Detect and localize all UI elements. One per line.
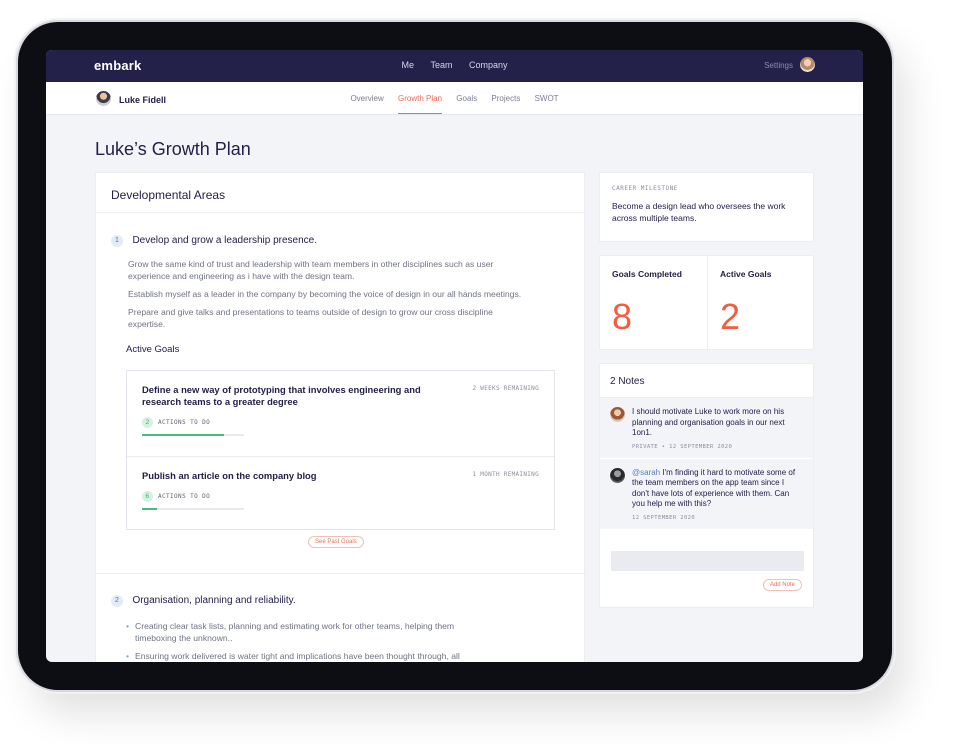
stat-value: 8 [612, 296, 633, 337]
area-number-badge: 2 [111, 594, 123, 607]
tab-swot[interactable]: SWOT [535, 94, 559, 113]
area-bullets: Creating clear task lists, planning and … [126, 620, 495, 662]
nav-me[interactable]: Me [401, 60, 414, 70]
top-navbar: embark Me Team Company Settings [46, 50, 863, 82]
goal-item[interactable]: Publish an article on the company blog 1… [127, 457, 554, 529]
note-item: @sarah I'm finding it hard to motivate s… [600, 458, 813, 530]
actions-label: ACTIONS TO DO [158, 493, 211, 500]
developmental-areas-card: Developmental Areas 1 Develop and grow a… [95, 172, 586, 662]
goal-remaining: 2 WEEKS REMAINING [472, 385, 539, 392]
note-text: @sarah I'm finding it hard to motivate s… [632, 468, 803, 510]
note-item: I should motivate Luke to work more on h… [600, 398, 813, 459]
tab-goals[interactable]: Goals [456, 94, 477, 113]
note-text: I should motivate Luke to work more on h… [632, 407, 785, 437]
goal-stats-card: Goals Completed 8 Active Goals 2 [599, 255, 814, 351]
goal-title: Define a new way of prototyping that inv… [142, 384, 421, 407]
settings-link[interactable]: Settings [764, 61, 793, 70]
area-number-badge: 1 [111, 234, 123, 247]
divider [96, 573, 586, 574]
tab-growth-plan[interactable]: Growth Plan [398, 94, 443, 114]
notes-heading: 2 Notes [600, 364, 813, 398]
area-2: 2 Organisation, planning and reliability… [111, 592, 571, 662]
area-paragraph: Grow the same kind of trust and leadersh… [128, 259, 494, 281]
notes-card: 2 Notes I should motivate Luke to work m… [599, 363, 814, 608]
note-meta: 12 SEPTEMBER 2020 [632, 514, 696, 521]
list-item: Ensuring work delivered is water tight a… [126, 650, 495, 662]
note-mention[interactable]: @sarah [632, 468, 660, 477]
area-paragraph: Prepare and give talks and presentations… [128, 307, 493, 329]
stat-label: Goals Completed [612, 269, 682, 279]
goal-progress-fill [142, 508, 158, 510]
area-1: 1 Develop and grow a leadership presence… [111, 232, 571, 355]
area-title: Organisation, planning and reliability. [132, 595, 296, 607]
stat-value: 2 [720, 296, 741, 337]
goal-actions: 6 ACTIONS TO DO [142, 491, 539, 502]
career-milestone-card: CAREER MILESTONE Become a design lead wh… [599, 172, 814, 242]
page-title: Luke’s Growth Plan [95, 139, 251, 159]
goal-actions: 2 ACTIONS TO DO [142, 417, 539, 428]
goal-title: Publish an article on the company blog [142, 470, 317, 481]
actions-count-badge: 6 [142, 491, 153, 502]
goals-completed-stat: Goals Completed 8 [600, 256, 707, 351]
milestone-label: CAREER MILESTONE [612, 185, 678, 192]
note-author-avatar [610, 467, 625, 483]
sub-navbar: Luke Fidell Overview Growth Plan Goals P… [46, 82, 863, 115]
area-title: Develop and grow a leadership presence. [132, 235, 318, 247]
goal-progress-fill [142, 434, 224, 436]
goal-progress-bar [142, 508, 244, 510]
stat-label: Active Goals [720, 269, 772, 279]
active-goals-list: Define a new way of prototyping that inv… [126, 370, 555, 530]
nav-team[interactable]: Team [430, 60, 452, 70]
note-input[interactable] [611, 551, 804, 571]
actions-count-badge: 2 [142, 417, 153, 428]
actions-label: ACTIONS TO DO [158, 419, 211, 426]
card-heading: Developmental Areas [96, 173, 584, 213]
goal-item[interactable]: Define a new way of prototyping that inv… [127, 371, 554, 457]
account-avatar[interactable] [800, 57, 815, 72]
see-past-goals-button[interactable]: See Past Goals [308, 536, 364, 548]
milestone-text: Become a design lead who oversees the wo… [612, 201, 786, 223]
note-meta: PRIVATE • 12 SEPTEMBER 2020 [632, 443, 733, 450]
area-description: Grow the same kind of trust and leadersh… [128, 258, 528, 330]
tab-projects[interactable]: Projects [491, 94, 520, 113]
nav-company[interactable]: Company [469, 60, 508, 70]
top-nav: Me Team Company [46, 60, 863, 70]
goal-progress-bar [142, 434, 244, 436]
active-goals-stat: Active Goals 2 [707, 256, 814, 351]
tab-overview[interactable]: Overview [350, 94, 383, 113]
add-note-button[interactable]: Add Note [762, 579, 802, 591]
active-goals-heading: Active Goals [126, 344, 180, 355]
app-screen: embark Me Team Company Settings Luke Fid… [46, 50, 863, 662]
sub-nav-tabs: Overview Growth Plan Goals Projects SWOT [46, 94, 863, 114]
goal-remaining: 1 MONTH REMAINING [472, 471, 539, 478]
area-paragraph: Establish myself as a leader in the comp… [128, 289, 522, 299]
note-author-avatar [610, 407, 625, 422]
list-item: Creating clear task lists, planning and … [126, 620, 495, 644]
